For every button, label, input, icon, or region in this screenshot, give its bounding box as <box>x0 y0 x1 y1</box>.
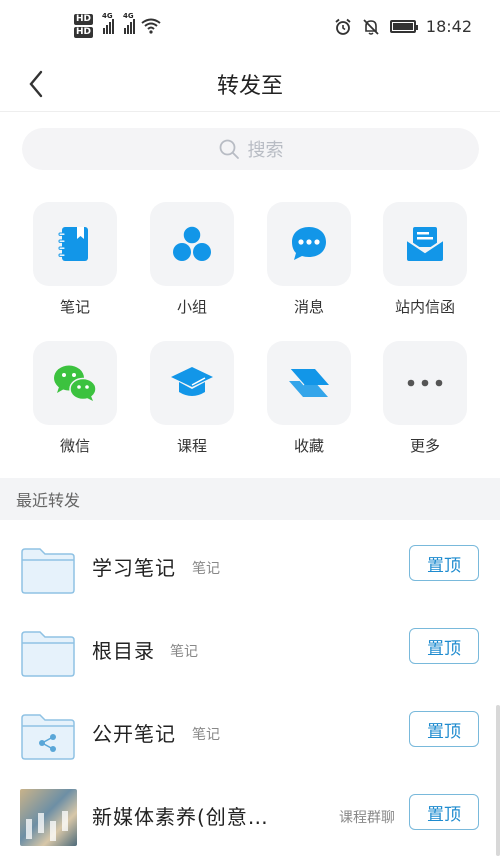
course-tile[interactable] <box>150 341 234 425</box>
grid-label: 站内信函 <box>394 298 455 316</box>
search-icon <box>219 139 239 159</box>
item-tag: 笔记 <box>170 644 198 660</box>
search-input[interactable]: 搜索 <box>22 128 479 170</box>
pin-button[interactable]: 置顶 <box>409 628 479 664</box>
grid-label: 课程 <box>176 437 207 455</box>
item-name: 公开笔记 <box>92 722 176 746</box>
item-name: 根目录 <box>92 639 155 663</box>
item-tag: 笔记 <box>192 727 220 743</box>
list-item[interactable]: 新媒体素养(创意… 课程群聊 置顶 <box>0 777 500 856</box>
grid-label: 收藏 <box>293 437 324 455</box>
list-item[interactable]: 根目录 笔记 置顶 <box>0 611 500 691</box>
grid-label: 更多 <box>409 437 440 455</box>
grid-item-message[interactable]: 消息 <box>267 202 351 317</box>
group-icon <box>173 225 211 261</box>
folder-icon <box>21 548 75 594</box>
grid-item-more[interactable]: 更多 <box>383 341 467 456</box>
grid-item-course[interactable]: 课程 <box>150 341 234 456</box>
wifi-icon <box>141 18 161 34</box>
shared-folder-icon <box>21 714 75 760</box>
course-icon <box>171 367 213 396</box>
battery-icon <box>389 20 418 33</box>
search-placeholder: 搜索 <box>247 140 284 161</box>
pin-button[interactable]: 置顶 <box>409 545 479 581</box>
network-type-2: 4G <box>123 12 134 20</box>
notebook-icon <box>58 227 88 261</box>
message-icon <box>292 227 326 260</box>
more-icon <box>407 379 443 387</box>
grid-label: 小组 <box>176 298 207 316</box>
pin-button[interactable]: 置顶 <box>409 794 479 830</box>
network-type-1: 4G <box>102 12 113 20</box>
hd-badge-1: HD <box>74 14 94 25</box>
grid-label: 笔记 <box>59 298 90 316</box>
cell-signal-1-icon: 4G <box>102 12 115 34</box>
grid-item-favorites[interactable]: 收藏 <box>267 341 351 456</box>
mail-tile[interactable] <box>383 202 467 286</box>
item-name: 新媒体素养(创意… <box>92 805 269 829</box>
list-item[interactable]: 学习笔记 笔记 置顶 <box>0 528 500 608</box>
hd-badges: HD HD <box>74 14 94 38</box>
grid-item-wechat[interactable]: 微信 <box>33 341 117 456</box>
alarm-icon <box>335 18 351 35</box>
message-tile[interactable] <box>267 202 351 286</box>
group-tile[interactable] <box>150 202 234 286</box>
grid-label: 微信 <box>59 437 90 455</box>
grid-item-mail[interactable]: 站内信函 <box>383 202 467 317</box>
status-bar: HD HD 4G 4G 18:42 <box>0 0 500 56</box>
group-thumbnail <box>20 789 77 846</box>
favorites-icon <box>289 368 329 397</box>
hd-badge-2: HD <box>74 27 94 38</box>
wechat-tile[interactable] <box>33 341 117 425</box>
wechat-icon <box>54 365 97 401</box>
cell-signal-2-icon: 4G <box>123 12 136 34</box>
item-tag: 课程群聊 <box>339 810 395 826</box>
item-name: 学习笔记 <box>92 556 176 580</box>
pin-button[interactable]: 置顶 <box>409 711 479 747</box>
item-tag: 笔记 <box>192 561 220 577</box>
mail-icon <box>406 227 444 261</box>
folder-icon <box>21 631 75 677</box>
status-right: 18:42 <box>334 17 472 36</box>
favorites-tile[interactable] <box>267 341 351 425</box>
grid-item-group[interactable]: 小组 <box>150 202 234 317</box>
clock: 18:42 <box>425 17 472 36</box>
signal-indicators: HD HD 4G 4G <box>74 12 161 38</box>
recent-section-header: 最近转发 <box>0 478 500 520</box>
more-tile[interactable] <box>383 341 467 425</box>
page-title: 转发至 <box>216 74 283 99</box>
grid-label: 消息 <box>293 298 324 316</box>
scrollbar[interactable] <box>496 705 500 856</box>
list-item[interactable]: 公开笔记 笔记 置顶 <box>0 694 500 774</box>
mute-bell-icon <box>363 18 379 35</box>
notes-tile[interactable] <box>33 202 117 286</box>
nav-header: 转发至 <box>0 56 500 112</box>
grid-item-notes[interactable]: 笔记 <box>33 202 117 317</box>
